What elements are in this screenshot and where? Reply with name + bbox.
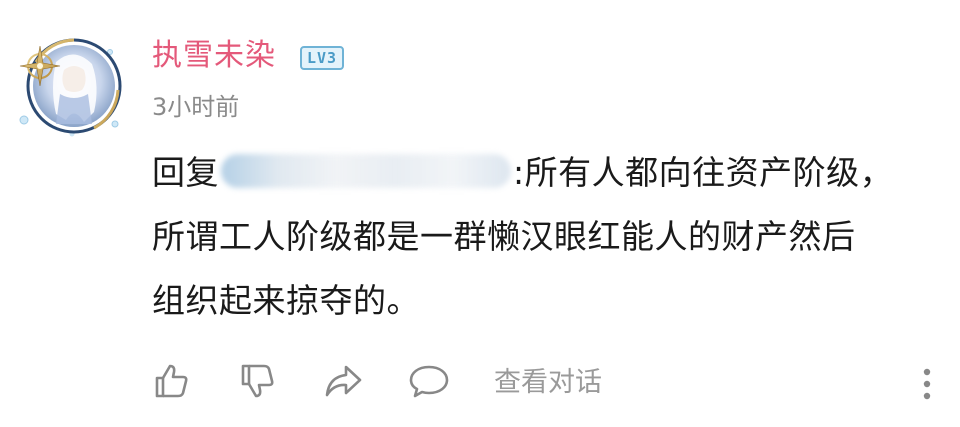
comment-text: 回复 :所有人都向往资产阶级， 所谓工人阶级都是一群懒汉眼红能人的财产然后 组织起…	[152, 141, 942, 333]
thumbs-down-icon	[241, 364, 274, 398]
dislike-button[interactable]	[234, 358, 280, 404]
username[interactable]: 执雪未染	[152, 34, 276, 78]
comment-item: 执雪未染 LV3 3小时前 回复 :所有人都向往资产阶级， 所谓工人阶级都是一群懒…	[0, 0, 960, 427]
avatar[interactable]	[14, 28, 126, 140]
more-options-button[interactable]	[912, 362, 942, 406]
thumbs-up-icon	[155, 364, 188, 398]
action-bar: 查看对话	[0, 358, 960, 410]
comment-line-2: 所谓工人阶级都是一群懒汉眼红能人的财产然后	[152, 217, 856, 256]
reply-text-1: :所有人都向往资产阶级，	[513, 153, 894, 192]
reply-button[interactable]	[406, 358, 452, 404]
reply-prefix: 回复	[152, 153, 219, 192]
comment-line-3: 组织起来掠夺的。	[152, 281, 420, 320]
level-badge: LV3	[300, 46, 345, 70]
avatar-frame-image	[19, 38, 122, 137]
comment-line-1: 回复 :所有人都向往资产阶级，	[152, 141, 942, 205]
timestamp: 3小时前	[152, 93, 240, 121]
view-dialog-link[interactable]: 查看对话	[494, 363, 602, 403]
redacted-mention[interactable]	[221, 153, 511, 188]
like-button[interactable]	[148, 358, 194, 404]
share-button[interactable]	[320, 358, 366, 404]
speech-bubble-icon	[409, 365, 449, 398]
share-arrow-icon	[325, 365, 362, 397]
vertical-ellipsis-icon	[923, 368, 931, 400]
